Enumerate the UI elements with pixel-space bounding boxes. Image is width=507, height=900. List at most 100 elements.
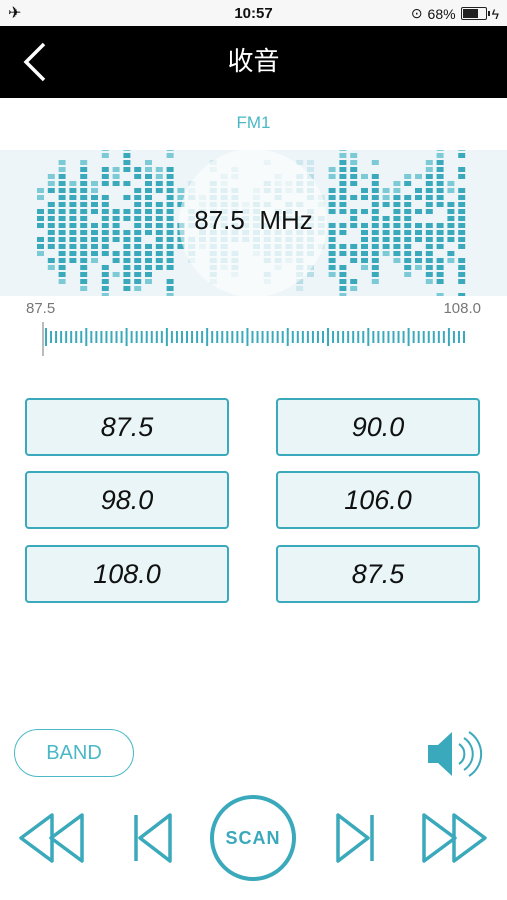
preset-button-3[interactable]: 98.0: [25, 471, 229, 529]
spectrum-segment: [134, 167, 142, 172]
preset-button-2[interactable]: 90.0: [276, 398, 480, 456]
spectrum-segment: [350, 286, 358, 291]
spectrum-segment: [58, 272, 66, 277]
spectrum-segment: [155, 251, 163, 256]
spectrum-segment: [69, 251, 77, 256]
spectrum-segment: [307, 272, 314, 277]
charging-icon: ϟ: [491, 5, 499, 22]
spectrum-segment: [371, 160, 379, 165]
spectrum-segment: [58, 237, 66, 242]
spectrum-segment: [123, 272, 131, 277]
spectrum-segment: [166, 279, 174, 284]
spectrum-segment: [307, 167, 314, 172]
spectrum-segment: [458, 293, 466, 296]
band-button[interactable]: BAND: [14, 729, 134, 777]
spectrum-segment: [166, 188, 174, 193]
spectrum-segment: [393, 237, 401, 242]
spectrum-segment: [361, 258, 368, 263]
spectrum-segment: [393, 188, 401, 193]
spectrum-segment: [58, 195, 66, 200]
spectrum-segment: [123, 153, 131, 158]
spectrum-segment: [371, 181, 379, 186]
spectrum-segment: [350, 244, 358, 249]
spectrum-segment: [47, 188, 55, 193]
spectrum-segment: [458, 174, 466, 179]
frequency-value: 87.5: [194, 205, 245, 235]
spectrum-segment: [80, 160, 88, 165]
tuning-ruler[interactable]: [40, 322, 468, 358]
spectrum-segment: [123, 265, 131, 270]
spectrum-segment: [436, 195, 444, 200]
spectrum-segment: [425, 167, 433, 172]
spectrum-segment: [350, 160, 358, 165]
band-label: FM1: [236, 113, 271, 132]
spectrum-segment: [134, 258, 142, 263]
spectrum-segment: [101, 237, 109, 242]
spectrum-segment: [436, 279, 444, 284]
spectrum-segment: [458, 195, 466, 200]
spectrum-segment: [371, 272, 379, 277]
preset-button-1[interactable]: 87.5: [25, 398, 229, 456]
spectrum-segment: [80, 251, 88, 256]
spectrum-segment: [166, 265, 174, 270]
spectrum-segment: [371, 188, 379, 193]
spectrum-segment: [58, 265, 66, 270]
spectrum-segment: [436, 258, 444, 263]
spectrum-segment: [393, 258, 401, 263]
fast-rewind-icon[interactable]: [18, 812, 86, 864]
scale-min-label: 87.5: [26, 300, 56, 317]
spectrum-segment: [112, 174, 120, 179]
spectrum-segment: [91, 244, 98, 249]
spectrum-segment: [145, 244, 152, 249]
spectrum-segment: [80, 286, 88, 291]
spectrum-segment: [134, 286, 142, 291]
orientation-lock-icon: ⊙: [410, 5, 423, 21]
spectrum-segment: [404, 272, 412, 277]
nav-bar: 收音: [0, 26, 507, 98]
spectrum-segment: [101, 181, 109, 186]
spectrum-segment: [339, 181, 347, 186]
spectrum-segment: [350, 195, 358, 200]
spectrum-segment: [58, 167, 66, 172]
spectrum-segment: [80, 279, 88, 284]
spectrum-segment: [112, 272, 120, 277]
spectrum-segment: [47, 265, 55, 270]
spectrum-segment: [112, 258, 120, 263]
spectrum-segment: [101, 153, 109, 158]
preset-button-6[interactable]: 87.5: [276, 545, 480, 603]
previous-icon[interactable]: [132, 812, 174, 864]
spectrum-segment: [361, 251, 368, 256]
spectrum-segment: [447, 181, 455, 186]
spectrum-segment: [80, 195, 88, 200]
spectrum-segment: [436, 188, 444, 193]
preset-button-5[interactable]: 108.0: [25, 545, 229, 603]
spectrum-segment: [307, 160, 314, 165]
spectrum-segment: [371, 258, 379, 263]
spectrum-segment: [37, 188, 44, 193]
spectrum-segment: [361, 244, 368, 249]
spectrum-segment: [58, 160, 66, 165]
scan-button[interactable]: SCAN: [210, 795, 296, 881]
spectrum-segment: [134, 195, 142, 200]
spectrum-segment: [80, 181, 88, 186]
spectrum-segment: [166, 181, 174, 186]
spectrum-segment: [69, 195, 77, 200]
spectrum-segment: [404, 181, 412, 186]
spectrum-segment: [458, 167, 466, 172]
speaker-icon[interactable]: [426, 728, 490, 780]
preset-button-4[interactable]: 106.0: [276, 471, 480, 529]
spectrum-segment: [101, 244, 109, 249]
spectrum-segment: [339, 160, 347, 165]
spectrum-segment: [425, 195, 433, 200]
next-icon[interactable]: [334, 812, 376, 864]
spectrum-segment: [166, 293, 174, 296]
spectrum-segment: [350, 167, 358, 172]
spectrum-segment: [177, 188, 185, 193]
spectrum-segment: [101, 265, 109, 270]
spectrum-segment: [350, 279, 358, 284]
spectrum-segment: [91, 188, 98, 193]
fast-forward-icon[interactable]: [421, 812, 489, 864]
spectrum-segment: [339, 286, 347, 291]
spectrum-segment: [145, 258, 152, 263]
spectrum-segment: [123, 195, 131, 200]
